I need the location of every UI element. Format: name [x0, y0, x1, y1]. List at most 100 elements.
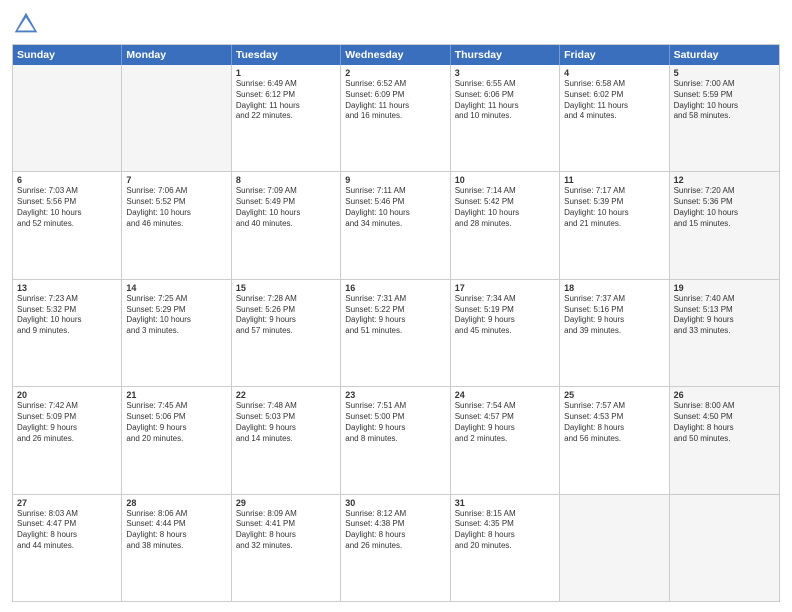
- day-info: Sunrise: 7:31 AM Sunset: 5:22 PM Dayligh…: [345, 294, 445, 337]
- day-info: Sunrise: 8:12 AM Sunset: 4:38 PM Dayligh…: [345, 509, 445, 552]
- day-info: Sunrise: 7:20 AM Sunset: 5:36 PM Dayligh…: [674, 186, 775, 229]
- calendar-cell-w2-d1: 6Sunrise: 7:03 AM Sunset: 5:56 PM Daylig…: [13, 172, 122, 278]
- calendar-cell-w1-d1: [13, 65, 122, 171]
- calendar-week-2: 6Sunrise: 7:03 AM Sunset: 5:56 PM Daylig…: [13, 172, 779, 279]
- calendar-cell-w2-d7: 12Sunrise: 7:20 AM Sunset: 5:36 PM Dayli…: [670, 172, 779, 278]
- calendar-cell-w3-d5: 17Sunrise: 7:34 AM Sunset: 5:19 PM Dayli…: [451, 280, 560, 386]
- day-info: Sunrise: 7:25 AM Sunset: 5:29 PM Dayligh…: [126, 294, 226, 337]
- calendar-cell-w4-d2: 21Sunrise: 7:45 AM Sunset: 5:06 PM Dayli…: [122, 387, 231, 493]
- header-day-friday: Friday: [560, 45, 669, 65]
- day-info: Sunrise: 6:52 AM Sunset: 6:09 PM Dayligh…: [345, 79, 445, 122]
- calendar-cell-w3-d7: 19Sunrise: 7:40 AM Sunset: 5:13 PM Dayli…: [670, 280, 779, 386]
- calendar-cell-w2-d6: 11Sunrise: 7:17 AM Sunset: 5:39 PM Dayli…: [560, 172, 669, 278]
- day-info: Sunrise: 6:58 AM Sunset: 6:02 PM Dayligh…: [564, 79, 664, 122]
- day-info: Sunrise: 6:49 AM Sunset: 6:12 PM Dayligh…: [236, 79, 336, 122]
- calendar-cell-w1-d5: 3Sunrise: 6:55 AM Sunset: 6:06 PM Daylig…: [451, 65, 560, 171]
- day-info: Sunrise: 8:03 AM Sunset: 4:47 PM Dayligh…: [17, 509, 117, 552]
- header-day-monday: Monday: [122, 45, 231, 65]
- day-info: Sunrise: 7:37 AM Sunset: 5:16 PM Dayligh…: [564, 294, 664, 337]
- day-number: 19: [674, 283, 775, 293]
- calendar-cell-w3-d6: 18Sunrise: 7:37 AM Sunset: 5:16 PM Dayli…: [560, 280, 669, 386]
- day-info: Sunrise: 8:00 AM Sunset: 4:50 PM Dayligh…: [674, 401, 775, 444]
- calendar-cell-w4-d5: 24Sunrise: 7:54 AM Sunset: 4:57 PM Dayli…: [451, 387, 560, 493]
- day-number: 17: [455, 283, 555, 293]
- calendar-body: 1Sunrise: 6:49 AM Sunset: 6:12 PM Daylig…: [13, 65, 779, 601]
- day-number: 14: [126, 283, 226, 293]
- calendar-cell-w4-d4: 23Sunrise: 7:51 AM Sunset: 5:00 PM Dayli…: [341, 387, 450, 493]
- day-number: 21: [126, 390, 226, 400]
- calendar-cell-w4-d7: 26Sunrise: 8:00 AM Sunset: 4:50 PM Dayli…: [670, 387, 779, 493]
- day-number: 16: [345, 283, 445, 293]
- header: [12, 10, 780, 38]
- day-info: Sunrise: 8:06 AM Sunset: 4:44 PM Dayligh…: [126, 509, 226, 552]
- day-number: 12: [674, 175, 775, 185]
- calendar-cell-w5-d5: 31Sunrise: 8:15 AM Sunset: 4:35 PM Dayli…: [451, 495, 560, 601]
- calendar-cell-w1-d4: 2Sunrise: 6:52 AM Sunset: 6:09 PM Daylig…: [341, 65, 450, 171]
- day-number: 29: [236, 498, 336, 508]
- calendar-cell-w2-d3: 8Sunrise: 7:09 AM Sunset: 5:49 PM Daylig…: [232, 172, 341, 278]
- day-info: Sunrise: 6:55 AM Sunset: 6:06 PM Dayligh…: [455, 79, 555, 122]
- day-number: 13: [17, 283, 117, 293]
- logo-icon: [12, 10, 40, 38]
- day-info: Sunrise: 7:06 AM Sunset: 5:52 PM Dayligh…: [126, 186, 226, 229]
- day-number: 5: [674, 68, 775, 78]
- calendar-week-1: 1Sunrise: 6:49 AM Sunset: 6:12 PM Daylig…: [13, 65, 779, 172]
- day-number: 15: [236, 283, 336, 293]
- day-number: 23: [345, 390, 445, 400]
- calendar-cell-w3-d1: 13Sunrise: 7:23 AM Sunset: 5:32 PM Dayli…: [13, 280, 122, 386]
- day-info: Sunrise: 7:45 AM Sunset: 5:06 PM Dayligh…: [126, 401, 226, 444]
- calendar-week-3: 13Sunrise: 7:23 AM Sunset: 5:32 PM Dayli…: [13, 280, 779, 387]
- calendar-cell-w1-d6: 4Sunrise: 6:58 AM Sunset: 6:02 PM Daylig…: [560, 65, 669, 171]
- calendar-cell-w2-d2: 7Sunrise: 7:06 AM Sunset: 5:52 PM Daylig…: [122, 172, 231, 278]
- day-number: 20: [17, 390, 117, 400]
- header-day-sunday: Sunday: [13, 45, 122, 65]
- calendar-cell-w5-d1: 27Sunrise: 8:03 AM Sunset: 4:47 PM Dayli…: [13, 495, 122, 601]
- calendar-cell-w4-d1: 20Sunrise: 7:42 AM Sunset: 5:09 PM Dayli…: [13, 387, 122, 493]
- calendar-cell-w1-d2: [122, 65, 231, 171]
- page: SundayMondayTuesdayWednesdayThursdayFrid…: [0, 0, 792, 612]
- day-number: 18: [564, 283, 664, 293]
- calendar-cell-w5-d4: 30Sunrise: 8:12 AM Sunset: 4:38 PM Dayli…: [341, 495, 450, 601]
- day-info: Sunrise: 7:51 AM Sunset: 5:00 PM Dayligh…: [345, 401, 445, 444]
- calendar-cell-w3-d4: 16Sunrise: 7:31 AM Sunset: 5:22 PM Dayli…: [341, 280, 450, 386]
- day-info: Sunrise: 7:09 AM Sunset: 5:49 PM Dayligh…: [236, 186, 336, 229]
- day-info: Sunrise: 8:15 AM Sunset: 4:35 PM Dayligh…: [455, 509, 555, 552]
- calendar: SundayMondayTuesdayWednesdayThursdayFrid…: [12, 44, 780, 602]
- calendar-header: SundayMondayTuesdayWednesdayThursdayFrid…: [13, 45, 779, 65]
- day-info: Sunrise: 7:17 AM Sunset: 5:39 PM Dayligh…: [564, 186, 664, 229]
- calendar-cell-w5-d7: [670, 495, 779, 601]
- day-number: 11: [564, 175, 664, 185]
- day-number: 9: [345, 175, 445, 185]
- day-info: Sunrise: 7:57 AM Sunset: 4:53 PM Dayligh…: [564, 401, 664, 444]
- header-day-wednesday: Wednesday: [341, 45, 450, 65]
- day-info: Sunrise: 7:14 AM Sunset: 5:42 PM Dayligh…: [455, 186, 555, 229]
- calendar-cell-w1-d3: 1Sunrise: 6:49 AM Sunset: 6:12 PM Daylig…: [232, 65, 341, 171]
- logo: [12, 10, 44, 38]
- day-number: 1: [236, 68, 336, 78]
- day-number: 2: [345, 68, 445, 78]
- calendar-cell-w5-d3: 29Sunrise: 8:09 AM Sunset: 4:41 PM Dayli…: [232, 495, 341, 601]
- calendar-cell-w4-d3: 22Sunrise: 7:48 AM Sunset: 5:03 PM Dayli…: [232, 387, 341, 493]
- calendar-cell-w3-d3: 15Sunrise: 7:28 AM Sunset: 5:26 PM Dayli…: [232, 280, 341, 386]
- calendar-week-4: 20Sunrise: 7:42 AM Sunset: 5:09 PM Dayli…: [13, 387, 779, 494]
- day-number: 28: [126, 498, 226, 508]
- header-day-thursday: Thursday: [451, 45, 560, 65]
- calendar-week-5: 27Sunrise: 8:03 AM Sunset: 4:47 PM Dayli…: [13, 495, 779, 601]
- day-number: 8: [236, 175, 336, 185]
- day-info: Sunrise: 7:03 AM Sunset: 5:56 PM Dayligh…: [17, 186, 117, 229]
- calendar-cell-w4-d6: 25Sunrise: 7:57 AM Sunset: 4:53 PM Dayli…: [560, 387, 669, 493]
- day-info: Sunrise: 7:34 AM Sunset: 5:19 PM Dayligh…: [455, 294, 555, 337]
- calendar-cell-w5-d2: 28Sunrise: 8:06 AM Sunset: 4:44 PM Dayli…: [122, 495, 231, 601]
- header-day-saturday: Saturday: [670, 45, 779, 65]
- day-number: 26: [674, 390, 775, 400]
- day-info: Sunrise: 7:54 AM Sunset: 4:57 PM Dayligh…: [455, 401, 555, 444]
- day-number: 6: [17, 175, 117, 185]
- day-info: Sunrise: 7:11 AM Sunset: 5:46 PM Dayligh…: [345, 186, 445, 229]
- day-number: 22: [236, 390, 336, 400]
- day-info: Sunrise: 7:00 AM Sunset: 5:59 PM Dayligh…: [674, 79, 775, 122]
- day-number: 4: [564, 68, 664, 78]
- calendar-cell-w5-d6: [560, 495, 669, 601]
- day-number: 25: [564, 390, 664, 400]
- day-info: Sunrise: 7:42 AM Sunset: 5:09 PM Dayligh…: [17, 401, 117, 444]
- day-info: Sunrise: 7:23 AM Sunset: 5:32 PM Dayligh…: [17, 294, 117, 337]
